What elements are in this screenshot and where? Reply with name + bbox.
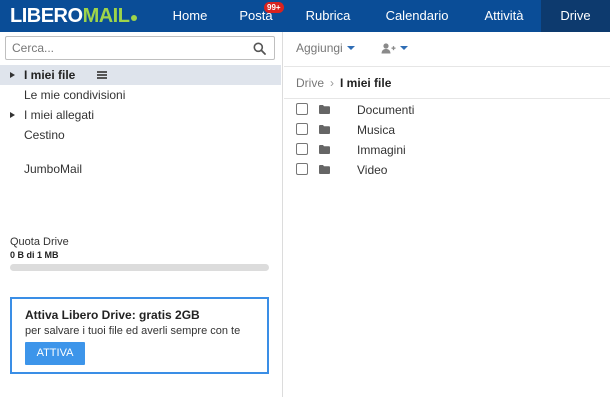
quota-value: 0 B di 1 MB <box>10 250 59 260</box>
toolbar-divider <box>284 66 610 67</box>
expand-caret-icon[interactable] <box>10 72 15 78</box>
file-name: Immagini <box>357 143 406 157</box>
file-row[interactable]: Documenti <box>284 100 610 120</box>
search-input[interactable] <box>6 37 246 59</box>
share-dropdown-button[interactable] <box>381 41 408 55</box>
nav-rubrica[interactable]: Rubrica <box>297 0 359 32</box>
promo-text: per salvare i tuoi file ed averli sempre… <box>25 325 241 337</box>
folder-icon <box>319 145 330 154</box>
top-navigation-bar: LIBEROMAIL Home Posta 99+ Rubrica Calend… <box>0 0 610 32</box>
sidebar-item-jumbomail[interactable]: JumboMail <box>0 159 281 179</box>
logo-dot-icon <box>131 15 138 21</box>
activate-button[interactable]: ATTIVA <box>25 342 85 365</box>
logo-text-libero: LIBERO <box>10 5 83 27</box>
file-row[interactable]: Musica <box>284 120 610 140</box>
user-plus-icon <box>381 43 396 54</box>
file-name: Documenti <box>357 103 415 117</box>
logo-text-mail: MAIL <box>82 5 130 27</box>
breadcrumb-current: I miei file <box>340 76 392 90</box>
expand-caret-icon[interactable] <box>10 112 15 118</box>
chevron-down-icon <box>346 46 355 50</box>
chevron-right-icon: › <box>330 76 335 90</box>
file-name: Musica <box>357 123 396 137</box>
quota-progress-bar <box>10 264 269 271</box>
nav-calendario[interactable]: Calendario <box>378 0 456 32</box>
search-icon[interactable] <box>253 42 266 55</box>
row-checkbox[interactable] <box>296 123 308 135</box>
folder-icon <box>319 105 330 114</box>
breadcrumb: Drive › I miei file <box>296 76 391 90</box>
search-box <box>5 36 275 60</box>
sidebar: I miei file Le mie condivisioni I miei a… <box>0 32 283 397</box>
posta-unread-badge: 99+ <box>264 2 284 13</box>
sidebar-item-label: I miei allegati <box>24 108 95 122</box>
menu-icon[interactable] <box>97 71 107 79</box>
sidebar-item-label: Cestino <box>24 128 65 142</box>
quota-label: Quota Drive <box>10 236 69 248</box>
libero-mail-logo[interactable]: LIBEROMAIL <box>10 5 138 27</box>
nav-attivita[interactable]: Attività <box>473 0 535 32</box>
promo-title: Attiva Libero Drive: gratis 2GB <box>25 308 200 322</box>
add-dropdown-button[interactable]: Aggiungi <box>296 41 355 55</box>
breadcrumb-root[interactable]: Drive <box>296 76 324 90</box>
sidebar-item-trash[interactable]: Cestino <box>0 125 281 145</box>
sidebar-item-my-attachments[interactable]: I miei allegati <box>0 105 281 125</box>
folder-icon <box>319 125 330 134</box>
row-checkbox[interactable] <box>296 163 308 175</box>
breadcrumb-divider <box>284 98 610 99</box>
folder-icon <box>319 165 330 174</box>
nav-home[interactable]: Home <box>160 0 220 32</box>
sidebar-item-my-shares[interactable]: Le mie condivisioni <box>0 85 281 105</box>
sidebar-item-label: JumboMail <box>24 162 83 176</box>
file-name: Video <box>357 163 388 177</box>
file-row[interactable]: Video <box>284 160 610 180</box>
chevron-down-icon <box>400 46 408 50</box>
file-row[interactable]: Immagini <box>284 140 610 160</box>
nav-drive[interactable]: Drive <box>541 0 610 32</box>
add-button-label: Aggiungi <box>296 41 343 55</box>
activate-drive-promo: Attiva Libero Drive: gratis 2GB per salv… <box>10 297 269 374</box>
sidebar-item-label: I miei file <box>24 68 76 82</box>
row-checkbox[interactable] <box>296 143 308 155</box>
sidebar-item-label: Le mie condivisioni <box>24 88 126 102</box>
sidebar-item-my-files[interactable]: I miei file <box>0 65 281 85</box>
row-checkbox[interactable] <box>296 103 308 115</box>
file-browser: Aggiungi Drive › I miei file Documenti Mus… <box>284 32 610 397</box>
